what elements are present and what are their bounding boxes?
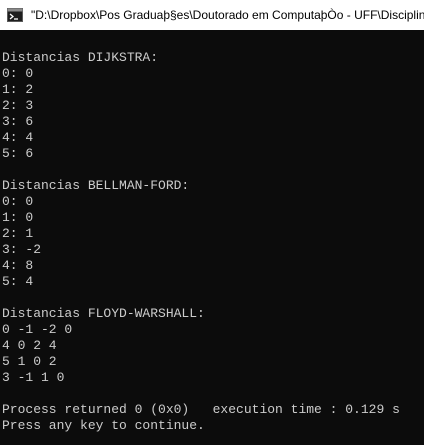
title-bar[interactable]: "D:\Dropbox\Pos Graduaþ§es\Doutorado em … <box>0 0 424 30</box>
console-line: Distancias DIJKSTRA: <box>2 50 159 65</box>
console-line: 3 -1 1 0 <box>2 370 65 385</box>
console-line: 5: 4 <box>2 274 34 289</box>
console-line: Distancias FLOYD-WARSHALL: <box>2 306 205 321</box>
console-line: 4: 4 <box>2 130 34 145</box>
console-line: 2: 3 <box>2 98 34 113</box>
console-line: 0: 0 <box>2 66 34 81</box>
console-line: 5: 6 <box>2 146 34 161</box>
console-line: 0: 0 <box>2 194 34 209</box>
console-line: 3: -2 <box>2 242 42 257</box>
console-line: 1: 0 <box>2 210 34 225</box>
console-line: 4: 8 <box>2 258 34 273</box>
window-title: "D:\Dropbox\Pos Graduaþ§es\Doutorado em … <box>31 8 424 22</box>
console-line: 5 1 0 2 <box>2 354 57 369</box>
console-line: 0 -1 -2 0 <box>2 322 73 337</box>
console-line: 2: 1 <box>2 226 34 241</box>
console-app-icon[interactable] <box>7 7 23 23</box>
console-line: Press any key to continue. <box>2 418 205 433</box>
console-line: 3: 6 <box>2 114 34 129</box>
console-line: Distancias BELLMAN-FORD: <box>2 178 190 193</box>
console-line: Process returned 0 (0x0) execution time … <box>2 402 400 417</box>
console-window: "D:\Dropbox\Pos Graduaþ§es\Doutorado em … <box>0 0 424 445</box>
console-line: 4 0 2 4 <box>2 338 57 353</box>
console-output[interactable]: Distancias DIJKSTRA: 0: 0 1: 2 2: 3 3: 6 4: 4… <box>2 34 422 442</box>
console-line: 1: 2 <box>2 82 34 97</box>
